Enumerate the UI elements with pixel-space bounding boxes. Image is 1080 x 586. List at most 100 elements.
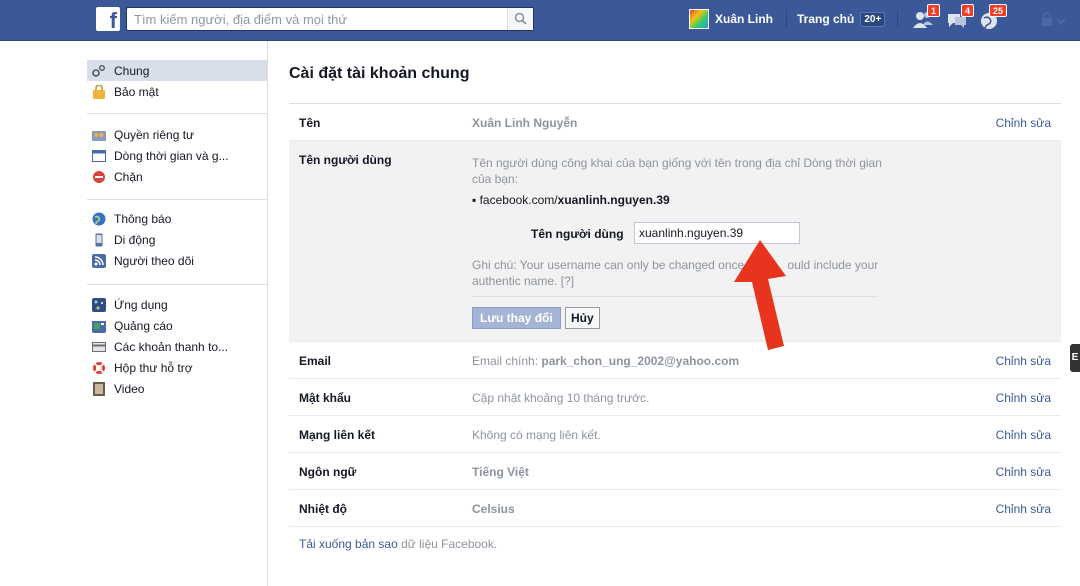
sidebar-item-label: Dòng thời gian và g... [114,148,229,163]
divider [897,10,898,28]
divider [87,284,267,285]
username-field-label: Tên người dùng [531,227,624,241]
sidebar-item-label: Quảng cáo [114,318,173,333]
setting-value: Cập nhật khoảng 10 tháng trước. [472,391,650,405]
sidebar-item-label: Chặn [114,169,143,184]
side-chat-tab[interactable]: E [1070,344,1080,372]
setting-label: Ngôn ngữ [299,465,357,479]
settings-menu-button[interactable] [1040,12,1070,28]
messages-badge: 4 [960,4,974,17]
edit-link[interactable]: Chỉnh sửa [996,354,1051,368]
setting-label: Tên người dùng [299,153,392,167]
sidebar-item-payments[interactable]: Các khoản thanh to... [87,336,267,357]
apps-icon [92,297,106,312]
sidebar-item-security[interactable]: Bảo mật [87,81,267,102]
top-bar: f Xuân Linh Trang chủ 20+ 1 4 25 [0,0,1080,41]
video-icon [93,381,105,396]
lock-icon [93,84,105,99]
setting-row-language[interactable]: Ngôn ngữ Tiếng Việt Chỉnh sửa [289,453,1061,490]
home-label: Trang chủ [797,12,855,26]
sidebar-item-notifications[interactable]: Thông báo [87,208,267,229]
friend-requests-button[interactable]: 1 [912,4,940,30]
ads-icon [92,320,106,333]
mobile-icon [95,233,103,246]
setting-value: Tiếng Việt [472,465,529,479]
divider [87,199,267,200]
sidebar-item-label: Thông báo [114,211,172,226]
sidebar-item-apps[interactable]: Ứng dụng [87,294,267,315]
setting-value: Celsius [472,502,515,516]
payment-icon [92,341,106,352]
sidebar-group: Ứng dụng Quảng cáo Các khoản thanh to...… [87,294,267,399]
divider [87,113,267,114]
setting-value: Xuân Linh Nguyễn [472,116,578,130]
sidebar-item-label: Ứng dụng [114,297,168,312]
setting-value: Không có mạng liên kết. [472,428,601,442]
setting-label: Tên [299,116,321,130]
globe-icon [92,212,106,225]
sidebar-item-ads[interactable]: Quảng cáo [87,315,267,336]
sidebar-item-blocking[interactable]: Chặn [87,166,267,187]
username-note: Ghi chú: Your username can only be chang… [472,258,879,288]
setting-label: Mật khẩu [299,391,352,405]
facebook-logo[interactable]: f [96,7,120,33]
notifications-button[interactable]: 25 [979,4,1007,30]
settings-sidebar: Chung Bảo mật Quyền riêng tư Dòng thời g… [0,41,268,586]
sidebar-item-support-inbox[interactable]: Hộp thư hỗ trợ [87,357,267,378]
setting-value: Email chính: park_chon_ung_2002@yahoo.co… [472,354,740,368]
setting-row-temperature[interactable]: Nhiệt độ Celsius Chỉnh sửa [289,490,1061,527]
rss-icon [92,253,106,268]
setting-row-name[interactable]: Tên Xuân Linh Nguyễn Chỉnh sửa [289,104,1061,141]
sidebar-item-label: Bảo mật [114,84,159,99]
block-icon [93,170,105,183]
profile-link[interactable]: Xuân Linh [689,8,773,30]
sidebar-item-followers[interactable]: Người theo dõi [87,250,267,271]
search-box [126,7,534,31]
sidebar-item-general[interactable]: Chung [87,60,267,81]
setting-row-networks[interactable]: Mạng liên kết Không có mạng liên kết. Ch… [289,416,1061,453]
page-title: Cài đặt tài khoản chung [289,65,470,82]
sidebar-item-label: Quyền riêng tư [114,127,195,142]
search-icon [514,12,527,25]
sidebar-item-timeline[interactable]: Dòng thời gian và g... [87,145,267,166]
setting-label: Email [299,354,332,368]
sidebar-item-mobile[interactable]: Di động [87,229,267,250]
setting-row-username: Tên người dùng Tên người dùng công khai … [289,141,1061,342]
edit-link[interactable]: Chỉnh sửa [996,391,1051,405]
sidebar-group: Chung Bảo mật [87,60,267,102]
sidebar-item-label: Người theo dõi [114,253,194,268]
cancel-button[interactable]: Hủy [565,307,600,329]
sidebar-item-label: Di động [114,232,156,247]
edit-link[interactable]: Chỉnh sửa [996,116,1051,130]
settings-table: Tên Xuân Linh Nguyễn Chỉnh sửa Tên người… [289,103,1061,527]
edit-link[interactable]: Chỉnh sửa [996,502,1051,516]
setting-label: Mạng liên kết [299,428,376,442]
sidebar-item-label: Các khoản thanh to... [114,339,229,354]
help-link[interactable]: [?] [561,274,574,288]
setting-label: Nhiệt độ [299,502,347,516]
username-url: ▪ facebook.com/xuanlinh.nguyen.39 [472,193,670,207]
user-name: Xuân Linh [715,12,773,26]
download-data-link[interactable]: Tải xuống bản sao dữ liệu Facebook. [299,537,497,551]
sidebar-item-label: Chung [114,63,150,78]
avatar [689,9,709,29]
sidebar-group: Thông báo Di động Người theo dõi [87,208,267,271]
edit-link[interactable]: Chỉnh sửa [996,465,1051,479]
home-count-badge: 20+ [860,11,886,27]
username-description: Tên người dùng công khai của bạn giống v… [472,156,882,186]
search-input[interactable] [127,8,507,30]
sidebar-item-privacy[interactable]: Quyền riêng tư [87,124,267,145]
search-button[interactable] [507,8,533,30]
setting-row-email[interactable]: Email Email chính: park_chon_ung_2002@ya… [289,342,1061,379]
gear-icon [92,64,105,77]
edit-link[interactable]: Chỉnh sửa [996,428,1051,442]
sidebar-group: Quyền riêng tư Dòng thời gian và g... Ch… [87,124,267,187]
save-changes-button[interactable]: Lưu thay đổi [472,307,561,329]
messages-button[interactable]: 4 [946,4,974,30]
home-link[interactable]: Trang chủ 20+ [797,8,886,30]
timeline-icon [92,149,106,162]
divider [472,296,878,297]
setting-row-password[interactable]: Mật khẩu Cập nhật khoảng 10 tháng trước.… [289,379,1061,416]
divider [786,10,787,28]
sidebar-item-video[interactable]: Video [87,378,267,399]
